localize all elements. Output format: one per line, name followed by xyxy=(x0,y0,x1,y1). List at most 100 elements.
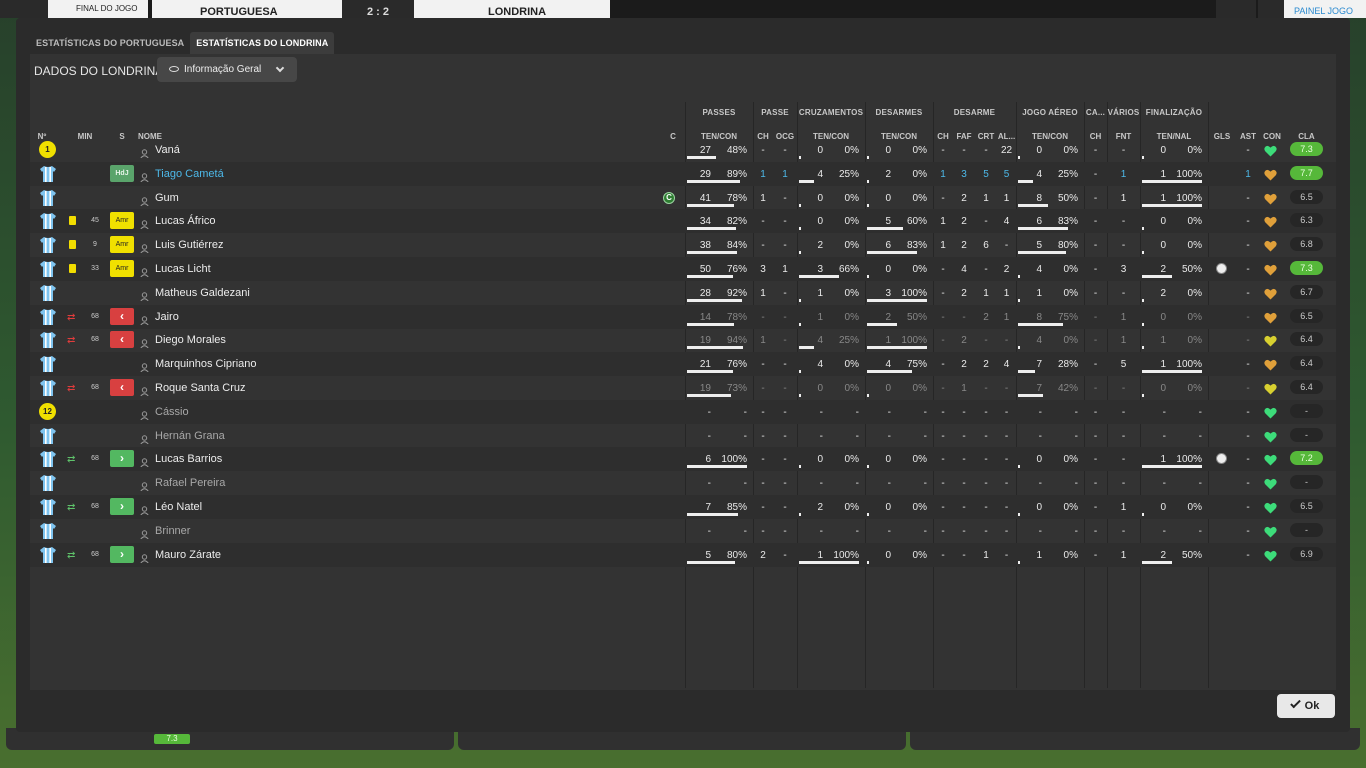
crosses-percent: 0% xyxy=(844,216,859,228)
morale-heart-icon xyxy=(1264,358,1277,371)
tackles-attempts: 1 xyxy=(885,335,891,347)
shots-percent: - xyxy=(1198,525,1202,537)
passes-percent: 100% xyxy=(721,454,747,466)
passes-attempts: 5 xyxy=(705,549,711,561)
top-right-control[interactable] xyxy=(1216,0,1256,18)
passes-attempts: 21 xyxy=(699,359,711,371)
assists: - xyxy=(1246,478,1250,490)
table-row[interactable]: ⇄ 68 › Mauro Zárate 5 80% 2 - 1 100% 0 0% - - 1 - 1 0% - 1 2… xyxy=(30,542,1336,567)
player-name[interactable]: Lucas Áfrico xyxy=(155,215,216,227)
group-header-cruzamentos: CRUZAMENTOS xyxy=(798,108,864,117)
passes-attempts: 29 xyxy=(699,168,711,180)
rating-badge: 7.7 xyxy=(1290,165,1323,180)
passes-attempts: - xyxy=(707,430,711,442)
player-name[interactable]: Mauro Zárate xyxy=(155,549,221,561)
table-row[interactable]: ⇄ 68 ‹ Jairo 14 78% - - 1 0% 2 50% - - 2 1 8 75% - 1 0 0% - 6.5 xyxy=(30,304,1336,329)
assists: - xyxy=(1246,240,1250,252)
player-name[interactable]: Lucas Licht xyxy=(155,263,211,275)
table-row[interactable]: ⇄ 68 ‹ Roque Santa Cruz 19 73% - - 0 0% 0 0% - 1 - - 7 42… xyxy=(30,376,1336,400)
table-row[interactable]: 45 Amr Lucas Áfrico 34 82% - - 0 0% 5 60% 1 2 - 4 6 83% -… xyxy=(30,209,1336,234)
des-al: - xyxy=(1004,406,1009,418)
eye-icon xyxy=(169,66,179,72)
aerial-bar xyxy=(1018,275,1020,278)
passes-attempts: 38 xyxy=(699,240,711,252)
shots-attempts: 1 xyxy=(1160,192,1166,204)
substitution-icon: ⇄ xyxy=(67,383,76,394)
collapse-icon[interactable] xyxy=(1258,0,1284,18)
player-name[interactable]: Brinner xyxy=(155,525,190,537)
tackles-bar xyxy=(867,346,927,350)
passes-percent: 85% xyxy=(726,502,747,513)
aerial-attempts: - xyxy=(1038,525,1042,537)
cards-ch: - xyxy=(1093,287,1098,299)
crosses-bar xyxy=(799,156,801,159)
player-name[interactable]: Cássio xyxy=(155,406,189,418)
tackles-attempts: 5 xyxy=(885,216,891,228)
table-row[interactable]: 12 Cássio - - - - - - - - - - - - - - - - - - - - xyxy=(30,399,1336,424)
player-name[interactable]: Rafael Pereira xyxy=(155,477,225,489)
player-name[interactable]: Roque Santa Cruz xyxy=(155,382,246,394)
shots-percent: 50% xyxy=(1181,264,1202,275)
match-panel-button[interactable]: PAINEL JOGO xyxy=(1284,0,1366,18)
player-name[interactable]: Matheus Galdezani xyxy=(155,287,250,299)
des-faf: 1 xyxy=(961,383,967,394)
rating-badge: 6.8 xyxy=(1290,237,1323,252)
table-row[interactable]: 1 Vaná 27 48% - - 0 0% 0 0% - - - 22 0 0% - - 0 0% - 7.3 xyxy=(30,138,1336,162)
player-name[interactable]: Gum xyxy=(155,192,179,204)
passes-percent: 78% xyxy=(726,311,747,323)
table-row[interactable]: Marquinhos Cipriano 21 76% - - 4 0% 4 75% - 2 2 4 7 28… xyxy=(30,352,1336,377)
aerial-percent: - xyxy=(1074,406,1078,418)
table-row[interactable]: Matheus Galdezani 28 92% 1 - 1 0% 3 100% - 2 1 1 1 0% -… xyxy=(30,281,1336,305)
passes-percent: - xyxy=(743,478,747,490)
morale-heart-icon xyxy=(1264,430,1277,443)
player-name[interactable]: Hernán Grana xyxy=(155,430,225,442)
subbed-off-badge: ‹ xyxy=(110,379,134,396)
table-row[interactable]: ⇄ 68 ‹ Diego Morales 19 94% 1 - 4 25% 1 100% - 2 - - 4 0%… xyxy=(30,328,1336,352)
rating-badge: 6.4 xyxy=(1290,380,1323,394)
des-faf: - xyxy=(962,145,966,156)
tab-londrina-stats[interactable]: ESTATÍSTICAS DO LONDRINA xyxy=(190,32,335,54)
tackles-attempts: 0 xyxy=(885,264,891,275)
player-name[interactable]: Léo Natel xyxy=(155,501,202,513)
table-row[interactable]: Rafael Pereira - - - - - - - - - - - - - - - - - - - - xyxy=(30,471,1336,495)
passes-percent: 92% xyxy=(726,287,747,299)
des-crt: 1 xyxy=(983,192,989,204)
player-name[interactable]: Tiago Cametá xyxy=(155,168,224,180)
table-row[interactable]: Hernán Grana - - - - - - - - - - - - - - - - - - - - xyxy=(30,424,1336,448)
player-name[interactable]: Luis Gutiérrez xyxy=(155,239,223,251)
passes-attempts: 34 xyxy=(699,216,711,228)
des-faf: 2 xyxy=(961,192,967,204)
table-row[interactable]: Gum C 41 78% 1 - 0 0% 0 0% - 2 1 1 8 50% - 1 1 100% - 6.5 xyxy=(30,186,1336,210)
table-row[interactable]: 9 Amr Luis Gutiérrez 38 84% - - 2 0% 6 83% 1 2 6 - 5 80%… xyxy=(30,233,1336,257)
crosses-bar xyxy=(799,179,814,183)
crosses-bar xyxy=(799,370,801,374)
assists: - xyxy=(1246,406,1250,418)
table-row[interactable]: 33 Amr Lucas Licht 50 76% 3 1 3 66% 0 0% - 4 - 2 4 0% - 3 2… xyxy=(30,257,1336,281)
substitution-icon: ⇄ xyxy=(67,502,76,513)
player-name[interactable]: Jairo xyxy=(155,311,179,323)
crosses-attempts: 4 xyxy=(817,359,823,371)
table-row[interactable]: ⇄ 68 › Lucas Barrios 6 100% - - 0 0% 0 0% - - - - 0 0% - - 1… xyxy=(30,447,1336,472)
scoreboard-bar: FINAL DO JOGO PORTUGUESA 2 : 2 LONDRINA … xyxy=(0,0,1366,18)
player-name[interactable]: Lucas Barrios xyxy=(155,453,222,465)
booked-badge: Amr xyxy=(110,236,134,254)
tab-portuguesa-stats[interactable]: ESTATÍSTICAS DO PORTUGUESA xyxy=(30,32,190,54)
des-al: - xyxy=(1004,478,1009,490)
table-row[interactable]: ⇄ 68 › Léo Natel 7 85% - - 2 0% 0 0% - - - - 0 0% - 1 0 0% - 6.… xyxy=(30,495,1336,519)
table-row[interactable]: HdJ Tiago Cametá 29 89% 1 1 4 25% 2 0% 1 3 5 5 4 25% -1 1… xyxy=(30,161,1336,186)
ok-button[interactable]: Ok xyxy=(1277,694,1335,718)
captain-badge-icon: C xyxy=(663,191,675,204)
fouls-fnt: - xyxy=(1121,454,1126,466)
shots-attempts: 0 xyxy=(1160,383,1166,394)
striped-shirt-icon xyxy=(39,355,57,373)
aerial-percent: 75% xyxy=(1057,311,1078,323)
assists: - xyxy=(1246,502,1250,513)
player-name[interactable]: Vaná xyxy=(155,144,180,156)
player-name[interactable]: Diego Morales xyxy=(155,334,226,346)
passes-percent: 73% xyxy=(726,383,747,394)
player-name[interactable]: Marquinhos Cipriano xyxy=(155,358,257,370)
tackles-bar xyxy=(867,298,927,302)
table-row[interactable]: Brinner - - - - - - - - - - - - - - - - - - - - xyxy=(30,519,1336,543)
view-select-dropdown[interactable]: Informação Geral xyxy=(157,57,297,82)
des-al: 1 xyxy=(1003,287,1010,299)
